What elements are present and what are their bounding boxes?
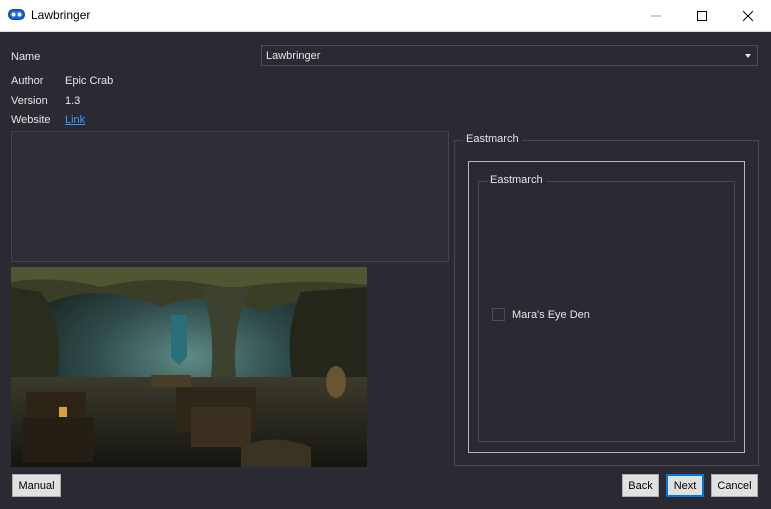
version-label: Version bbox=[11, 95, 48, 107]
minimize-icon bbox=[651, 15, 661, 16]
website-label: Website bbox=[11, 114, 51, 126]
close-button[interactable] bbox=[725, 0, 771, 31]
maras-eye-den-label[interactable]: Mara's Eye Den bbox=[512, 309, 590, 321]
close-icon bbox=[743, 10, 753, 21]
preview-image bbox=[11, 267, 367, 467]
maximize-button[interactable] bbox=[679, 0, 725, 31]
author-value: Epic Crab bbox=[65, 75, 114, 87]
website-link[interactable]: Link bbox=[65, 114, 85, 126]
version-value: 1.3 bbox=[65, 95, 81, 107]
back-button[interactable]: Back bbox=[622, 474, 659, 497]
manual-button[interactable]: Manual bbox=[12, 474, 61, 497]
maximize-icon bbox=[697, 10, 707, 21]
title-bar: Lawbringer bbox=[0, 0, 771, 32]
chevron-down-icon bbox=[745, 54, 751, 58]
name-label: Name bbox=[11, 51, 41, 63]
app-icon bbox=[8, 9, 25, 20]
cancel-button[interactable]: Cancel bbox=[711, 474, 758, 497]
eastmarch-subgroup-title: Eastmarch bbox=[487, 174, 546, 186]
minimize-button[interactable] bbox=[633, 0, 679, 31]
name-dropdown-value: Lawbringer bbox=[266, 50, 321, 62]
author-label: Author bbox=[11, 75, 44, 87]
description-box[interactable] bbox=[11, 131, 449, 262]
name-dropdown[interactable]: Lawbringer bbox=[261, 45, 758, 66]
next-button[interactable]: Next bbox=[666, 474, 704, 497]
window-title: Lawbringer bbox=[31, 8, 91, 22]
eastmarch-group-title: Eastmarch bbox=[463, 133, 522, 145]
maras-eye-den-checkbox[interactable] bbox=[492, 308, 505, 321]
